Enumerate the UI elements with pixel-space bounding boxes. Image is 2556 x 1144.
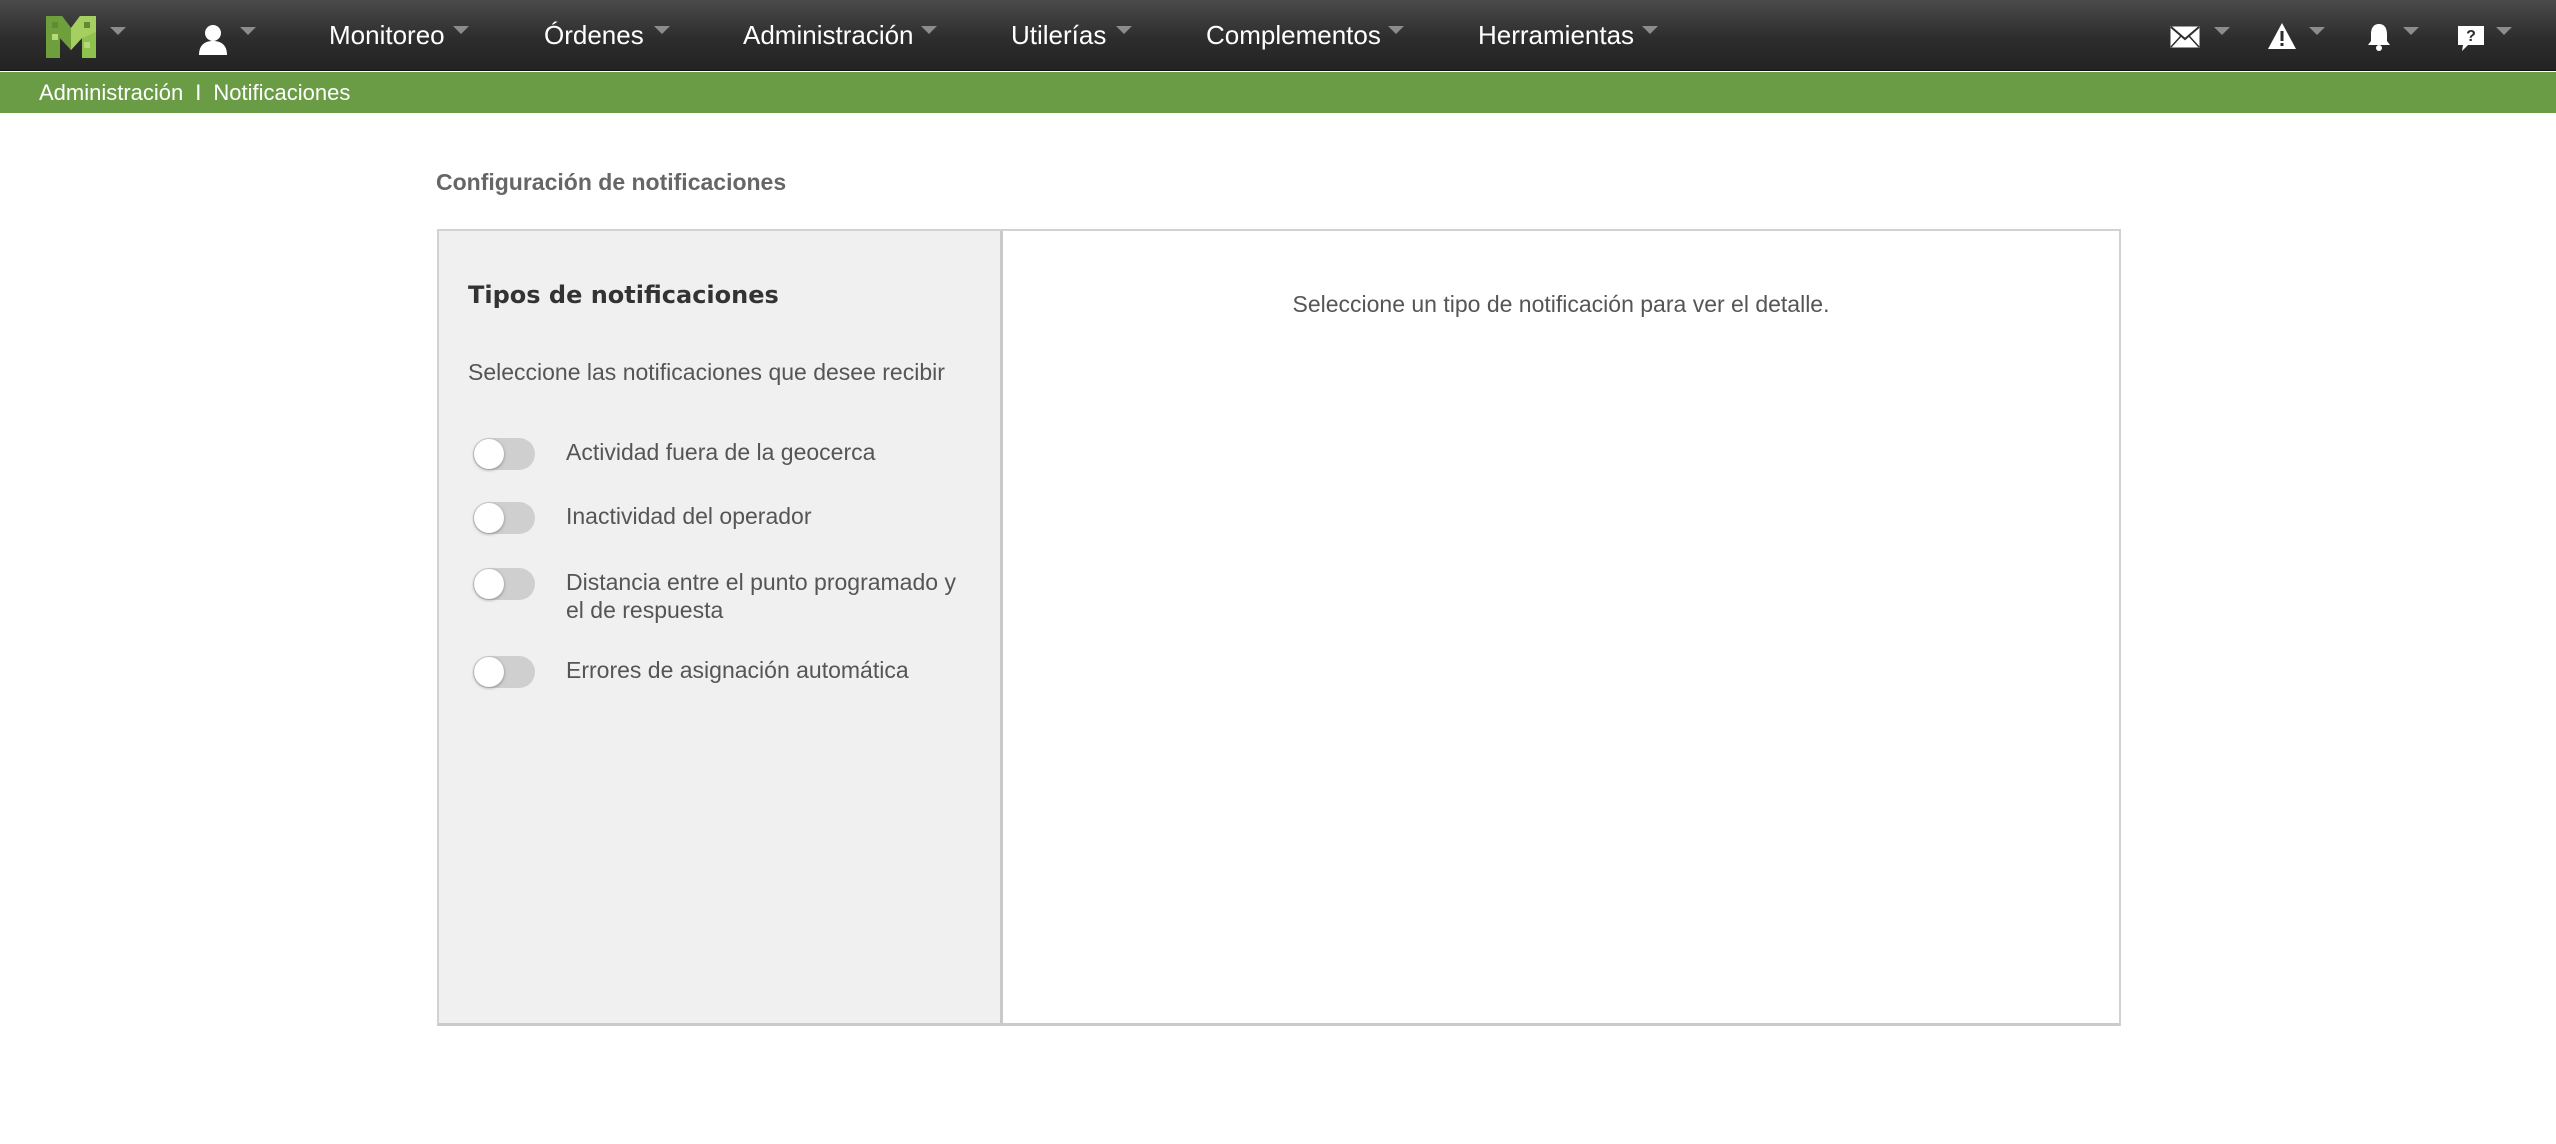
- menu-monitoreo-label: Monitoreo: [329, 20, 445, 50]
- menu-herramientas-label: Herramientas: [1478, 20, 1635, 50]
- chevron-down-icon: [921, 26, 937, 34]
- bell-dropdown-caret-icon[interactable]: [2403, 27, 2419, 35]
- detail-placeholder-text: Seleccione un tipo de notificación para …: [1292, 291, 1830, 317]
- menu-complementos[interactable]: Complementos: [1206, 0, 1404, 71]
- help-icon[interactable]: ?: [2456, 24, 2486, 52]
- toggle-knob: [474, 657, 504, 687]
- toggle-knob: [474, 569, 504, 599]
- chevron-down-icon: [453, 26, 469, 34]
- menu-utilerias-label: Utilerías: [1011, 20, 1107, 50]
- menu-monitoreo[interactable]: Monitoreo: [329, 0, 469, 71]
- notification-type-label[interactable]: Actividad fuera de la geocerca: [566, 438, 966, 466]
- notification-types-heading: Tipos de notificaciones: [468, 281, 779, 309]
- breadcrumb-item-administracion[interactable]: Administración: [39, 80, 183, 105]
- logo-dropdown-caret-icon[interactable]: [110, 27, 126, 35]
- user-icon[interactable]: [196, 22, 230, 56]
- notifications-panel: Tipos de notificaciones Seleccione las n…: [437, 229, 2121, 1026]
- menu-herramientas[interactable]: Herramientas: [1478, 0, 1658, 71]
- mail-icon[interactable]: [2170, 26, 2200, 48]
- svg-text:?: ?: [2466, 28, 2476, 45]
- menu-ordenes-label: Órdenes: [544, 20, 644, 50]
- mail-dropdown-caret-icon[interactable]: [2214, 27, 2230, 35]
- notification-toggle-geocerca[interactable]: [473, 438, 535, 470]
- bell-icon[interactable]: [2366, 22, 2392, 52]
- chevron-down-icon: [654, 26, 670, 34]
- warning-dropdown-caret-icon[interactable]: [2309, 27, 2325, 35]
- menu-utilerias[interactable]: Utilerías: [1011, 0, 1132, 71]
- page-title: Configuración de notificaciones: [436, 169, 787, 195]
- menu-complementos-label: Complementos: [1206, 20, 1381, 50]
- notification-type-label[interactable]: Inactividad del operador: [566, 502, 966, 530]
- toggle-knob: [474, 439, 504, 469]
- user-dropdown-caret-icon[interactable]: [240, 27, 256, 35]
- notification-types-subtitle: Seleccione las notificaciones que desee …: [468, 359, 945, 385]
- chevron-down-icon: [1388, 26, 1404, 34]
- chevron-down-icon: [1642, 26, 1658, 34]
- warning-icon[interactable]: [2267, 22, 2297, 50]
- menu-ordenes[interactable]: Órdenes: [544, 0, 670, 71]
- top-navbar: Monitoreo Órdenes Administración Utilerí…: [0, 0, 2556, 71]
- breadcrumb: Administración I Notificaciones: [0, 72, 2556, 113]
- notification-toggle-errores-asignacion[interactable]: [473, 656, 535, 688]
- notification-toggle-inactividad[interactable]: [473, 502, 535, 534]
- notification-type-label[interactable]: Distancia entre el punto programado y el…: [566, 568, 966, 624]
- help-dropdown-caret-icon[interactable]: [2496, 27, 2512, 35]
- breadcrumb-item-notificaciones[interactable]: Notificaciones: [213, 80, 350, 105]
- notification-type-label[interactable]: Errores de asignación automática: [566, 656, 966, 684]
- chevron-down-icon: [1116, 26, 1132, 34]
- toggle-knob: [474, 503, 504, 533]
- breadcrumb-separator: I: [195, 80, 202, 105]
- menu-administracion[interactable]: Administración: [743, 0, 937, 71]
- app-logo-icon[interactable]: [44, 12, 98, 60]
- notification-types-pane: Tipos de notificaciones Seleccione las n…: [439, 231, 1003, 1023]
- menu-administracion-label: Administración: [743, 20, 914, 50]
- notification-toggle-distancia[interactable]: [473, 568, 535, 600]
